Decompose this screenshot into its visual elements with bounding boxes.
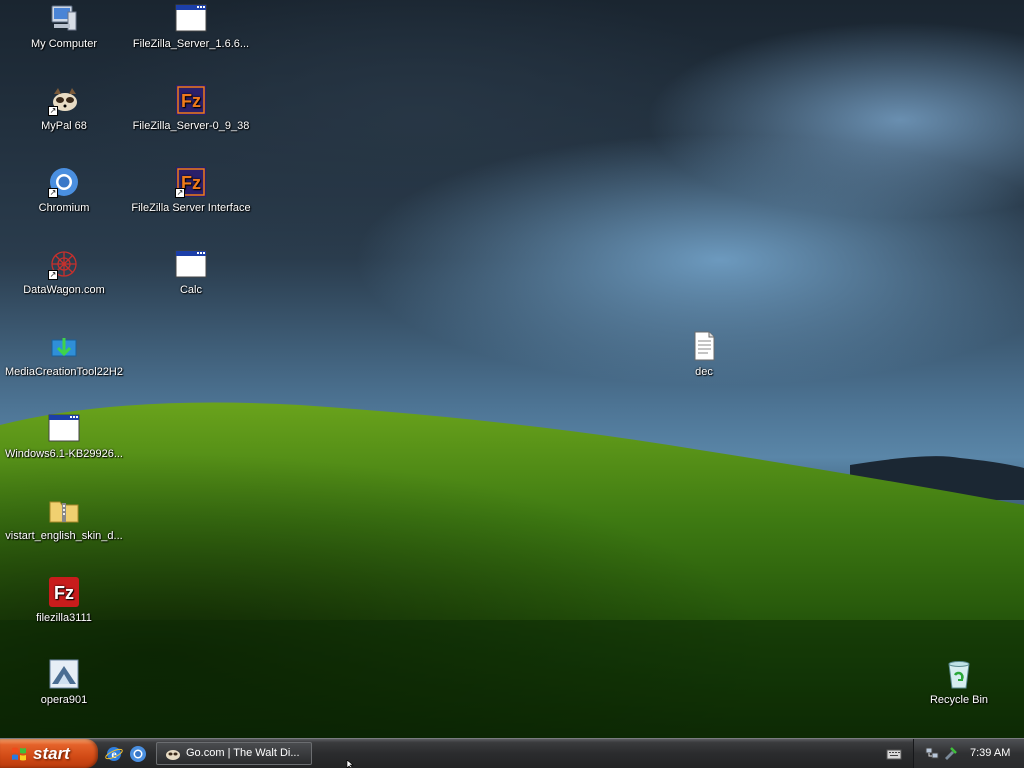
icon-label: Recycle Bin	[929, 694, 989, 706]
desktop-icon-my-computer[interactable]: My Computer	[0, 2, 128, 51]
icon-label: Chromium	[38, 202, 90, 214]
icon-label: FileZilla Server Interface	[131, 202, 251, 214]
icon-label: dec	[695, 366, 713, 378]
application-window-icon	[175, 2, 207, 34]
desktop-icon-vistart-skin[interactable]: vistart_english_skin_d...	[0, 494, 128, 543]
svg-text:Fz: Fz	[54, 583, 74, 603]
zip-folder-icon	[48, 494, 80, 526]
shortcut-arrow-icon: ↗	[175, 188, 185, 198]
icon-label: Windows6.1-KB29926...	[4, 448, 123, 460]
icon-label: MediaCreationTool22H2	[4, 366, 123, 378]
my-computer-icon	[48, 2, 80, 34]
shortcut-arrow-icon: ↗	[48, 188, 58, 198]
internet-explorer-icon[interactable]: e	[105, 745, 123, 763]
desktop-icon-datawagon[interactable]: ↗ DataWagon.com	[0, 248, 128, 297]
clock[interactable]: 7:39 AM	[970, 747, 1010, 759]
datawagon-icon: ↗	[48, 248, 80, 280]
system-tray: 7:39 AM	[913, 739, 1024, 768]
desktop[interactable]: My Computer ↗ MyPal 68 ↗ Chromium ↗ Data…	[0, 0, 1024, 738]
taskbar-item-browser[interactable]: Go.com | The Walt Di...	[156, 742, 312, 765]
desktop-icon-mypal[interactable]: ↗ MyPal 68	[0, 84, 128, 133]
icon-label: DataWagon.com	[23, 284, 105, 296]
icon-label: FileZilla_Server-0_9_38	[132, 120, 250, 132]
icon-label: My Computer	[30, 38, 98, 50]
desktop-icon-filezilla-server-166[interactable]: FileZilla_Server_1.6.6...	[127, 2, 255, 51]
taskbar-item-label: Go.com | The Walt Di...	[186, 747, 300, 759]
mouse-cursor-icon	[346, 760, 354, 768]
desktop-icon-filezilla3111[interactable]: Fz filezilla3111	[0, 576, 128, 625]
mypal-icon: ↗	[48, 84, 80, 116]
desktop-icon-chromium[interactable]: ↗ Chromium	[0, 166, 128, 215]
desktop-icon-calc[interactable]: Calc	[127, 248, 255, 297]
icon-label: vistart_english_skin_d...	[5, 530, 123, 542]
desktop-icon-filezilla-server-0938[interactable]: Fz FileZilla_Server-0_9_38	[127, 84, 255, 133]
chromium-icon: ↗	[48, 166, 80, 198]
desktop-icon-media-creation-tool[interactable]: MediaCreationTool22H2	[0, 330, 128, 379]
icon-label: opera901	[40, 694, 88, 706]
start-button[interactable]: start	[0, 739, 98, 768]
svg-text:e: e	[111, 747, 117, 761]
filezilla-icon: Fz	[48, 576, 80, 608]
safely-remove-hardware-icon[interactable]	[942, 745, 958, 761]
shortcut-arrow-icon: ↗	[48, 106, 58, 116]
desktop-icon-filezilla-server-interface[interactable]: Fz ↗ FileZilla Server Interface	[127, 166, 255, 215]
filezilla-server-icon: Fz	[175, 84, 207, 116]
keyboard-icon[interactable]	[886, 747, 902, 761]
recycle-bin-icon	[943, 658, 975, 690]
chromium-icon[interactable]	[129, 745, 147, 763]
application-window-icon	[175, 248, 207, 280]
desktop-icon-windows-update[interactable]: Windows6.1-KB29926...	[0, 412, 128, 461]
taskbar: start e Go.com | The Walt Di... 7:39 AM	[0, 738, 1024, 768]
network-icon[interactable]	[924, 745, 940, 761]
icon-label: filezilla3111	[36, 612, 92, 624]
opera-installer-icon	[48, 658, 80, 690]
svg-text:Fz: Fz	[181, 91, 201, 111]
start-label: start	[33, 744, 70, 763]
filezilla-server-icon: Fz ↗	[175, 166, 207, 198]
mypal-icon	[166, 750, 180, 760]
shortcut-arrow-icon: ↗	[48, 270, 58, 280]
desktop-icon-recycle-bin[interactable]: Recycle Bin	[895, 658, 1023, 707]
desktop-icon-opera901[interactable]: opera901	[0, 658, 128, 707]
windows-flag-icon	[12, 747, 26, 761]
desktop-icon-dec[interactable]: dec	[640, 330, 768, 379]
text-document-icon	[688, 330, 720, 362]
media-creation-tool-icon	[48, 330, 80, 362]
icon-label: FileZilla_Server_1.6.6...	[132, 38, 250, 50]
icon-label: MyPal 68	[41, 120, 87, 132]
icon-label: Calc	[179, 284, 202, 296]
application-window-icon	[48, 412, 80, 444]
